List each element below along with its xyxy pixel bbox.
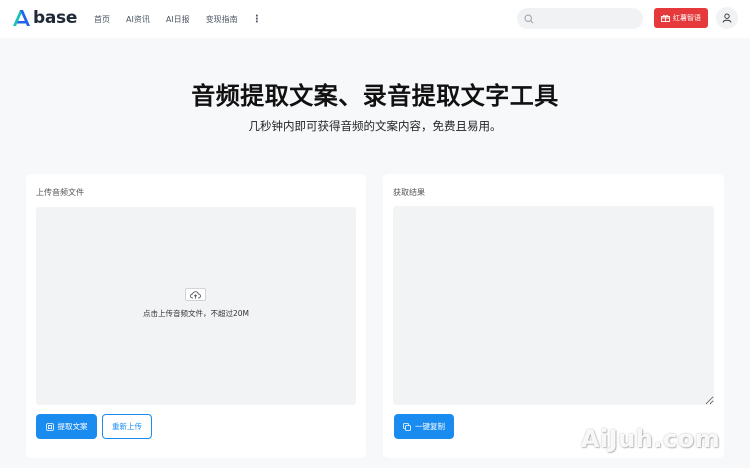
logo-text: base xyxy=(33,8,78,28)
top-header: base 首页 AI资讯 AI日报 变现指南 ⋮ 红薯智语 xyxy=(0,0,750,38)
search-icon xyxy=(524,13,534,24)
result-card-label: 获取结果 xyxy=(393,188,425,197)
page-subtitle: 几秒钟内即可获得音频的文案内容，免费且易用。 xyxy=(248,119,502,133)
hongshu-button[interactable]: 红薯智语 xyxy=(654,8,708,28)
search-input[interactable] xyxy=(540,14,640,23)
extract-text-button[interactable]: 提取文案 xyxy=(36,414,97,439)
cloud-upload-icon xyxy=(185,288,206,301)
hongshu-label: 红薯智语 xyxy=(673,14,701,22)
user-icon xyxy=(722,13,732,23)
upload-hint: 点击上传音频文件，不超过20M xyxy=(142,309,249,318)
nav-item-ai-daily[interactable]: AI日报 xyxy=(166,14,190,25)
copy-button-label: 一键复制 xyxy=(415,422,445,431)
reupload-button[interactable]: 重新上传 xyxy=(102,414,152,439)
nav-item-home[interactable]: 首页 xyxy=(94,14,110,25)
upload-dropzone[interactable]: 点击上传音频文件，不超过20M xyxy=(36,207,356,405)
watermark: AiJuh.com xyxy=(581,425,721,453)
upload-card-label: 上传音频文件 xyxy=(36,188,84,197)
gift-icon xyxy=(661,14,670,22)
extract-button-label: 提取文案 xyxy=(57,422,88,431)
more-vertical-icon[interactable]: ⋮ xyxy=(252,14,262,25)
site-logo[interactable]: base xyxy=(12,9,77,27)
result-textarea[interactable] xyxy=(393,206,714,405)
copy-icon xyxy=(403,422,411,431)
extract-icon xyxy=(45,422,54,431)
main-nav: 首页 AI资讯 AI日报 变现指南 ⋮ xyxy=(94,0,262,38)
result-card: 获取结果 一键复制 xyxy=(383,174,724,458)
nav-item-monetize-guide[interactable]: 变现指南 xyxy=(206,14,238,25)
nav-item-ai-news[interactable]: AI资讯 xyxy=(126,14,150,25)
upload-card: 上传音频文件 点击上传音频文件，不超过20M 提取文案 重新上传 xyxy=(26,174,366,458)
search-box[interactable] xyxy=(517,8,643,29)
copy-button[interactable]: 一键复制 xyxy=(394,414,454,439)
user-button[interactable] xyxy=(716,7,738,29)
logo-mark-icon xyxy=(13,10,30,26)
page-title: 音频提取文案、录音提取文字工具 xyxy=(191,82,559,110)
